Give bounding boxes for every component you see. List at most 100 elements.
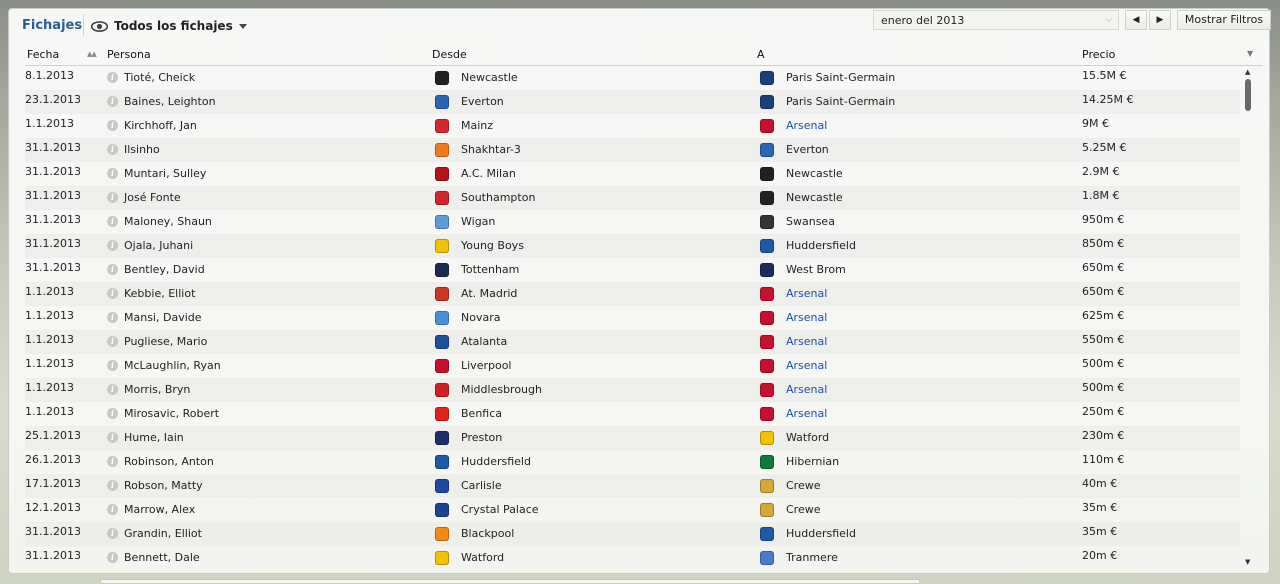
scroll-down-icon[interactable]: ▼ [1245, 558, 1250, 566]
view-dropdown[interactable]: Todos los fichajes [91, 17, 247, 35]
info-icon[interactable]: i [107, 528, 118, 539]
player-name[interactable]: Marrow, Alex [124, 498, 195, 522]
table-row[interactable]: 1.1.2013 i Pugliese, Mario Atalanta Arsenal 5… [25, 330, 1240, 354]
from-club-name[interactable]: Middlesbrough [461, 378, 542, 402]
from-club-name[interactable]: Crystal Palace [461, 498, 539, 522]
to-club-name[interactable]: Arsenal [786, 354, 827, 378]
to-club-name[interactable]: Newcastle [786, 162, 843, 186]
column-header-from[interactable]: Desde [432, 48, 467, 61]
page-title[interactable]: Fichajes [22, 18, 82, 33]
from-club-name[interactable]: Novara [461, 306, 500, 330]
player-name[interactable]: Tioté, Cheick [124, 66, 195, 90]
player-name[interactable]: Kirchhoff, Jan [124, 114, 197, 138]
to-club-name[interactable]: Arsenal [786, 306, 827, 330]
table-row[interactable]: 31.1.2013 i Bentley, David Tottenham West Br… [25, 258, 1240, 282]
table-row[interactable]: 31.1.2013 i José Fonte Southampton Newcastle… [25, 186, 1240, 210]
player-name[interactable]: Mirosavic, Robert [124, 402, 219, 426]
from-club-name[interactable]: Young Boys [461, 234, 524, 258]
table-row[interactable]: 1.1.2013 i Mirosavic, Robert Benfica Arsenal… [25, 402, 1240, 426]
next-month-button[interactable]: ▶ [1149, 10, 1171, 30]
horizontal-scrollbar[interactable] [100, 579, 920, 584]
info-icon[interactable]: i [107, 432, 118, 443]
from-club-name[interactable]: Southampton [461, 186, 535, 210]
column-header-person[interactable]: Persona [107, 48, 151, 61]
info-icon[interactable]: i [107, 384, 118, 395]
from-club-name[interactable]: Shakhtar-3 [461, 138, 521, 162]
to-club-name[interactable]: Arsenal [786, 282, 827, 306]
table-row[interactable]: 31.1.2013 i Ilsinho Shakhtar-3 Everton 5.25M … [25, 138, 1240, 162]
info-icon[interactable]: i [107, 504, 118, 515]
scrollbar-thumb[interactable] [1245, 79, 1251, 111]
player-name[interactable]: José Fonte [124, 186, 181, 210]
info-icon[interactable]: i [107, 96, 118, 107]
from-club-name[interactable]: At. Madrid [461, 282, 517, 306]
column-menu-icon[interactable]: ▼ [1247, 49, 1253, 58]
player-name[interactable]: Ojala, Juhani [124, 234, 193, 258]
from-club-name[interactable]: Mainz [461, 114, 493, 138]
player-name[interactable]: Baines, Leighton [124, 90, 216, 114]
from-club-name[interactable]: Wigan [461, 210, 495, 234]
from-club-name[interactable]: Preston [461, 426, 502, 450]
table-row[interactable]: 1.1.2013 i McLaughlin, Ryan Liverpool Arsena… [25, 354, 1240, 378]
table-row[interactable]: 26.1.2013 i Robinson, Anton Huddersfield Hib… [25, 450, 1240, 474]
table-row[interactable]: 31.1.2013 i Bennett, Dale Watford Tranmere 20… [25, 546, 1240, 570]
info-icon[interactable]: i [107, 120, 118, 131]
table-row[interactable]: 25.1.2013 i Hume, Iain Preston Watford 230m € [25, 426, 1240, 450]
to-club-name[interactable]: Paris Saint-Germain [786, 90, 895, 114]
info-icon[interactable]: i [107, 408, 118, 419]
to-club-name[interactable]: Crewe [786, 474, 821, 498]
from-club-name[interactable]: Everton [461, 90, 504, 114]
player-name[interactable]: Hume, Iain [124, 426, 184, 450]
info-icon[interactable]: i [107, 336, 118, 347]
table-row[interactable]: 12.1.2013 i Marrow, Alex Crystal Palace Crew… [25, 498, 1240, 522]
column-header-to[interactable]: A [757, 48, 765, 61]
info-icon[interactable]: i [107, 552, 118, 563]
player-name[interactable]: Bentley, David [124, 258, 205, 282]
to-club-name[interactable]: Arsenal [786, 378, 827, 402]
table-row[interactable]: 17.1.2013 i Robson, Matty Carlisle Crewe 40m … [25, 474, 1240, 498]
previous-month-button[interactable]: ◀ [1125, 10, 1147, 30]
from-club-name[interactable]: Huddersfield [461, 450, 531, 474]
info-icon[interactable]: i [107, 480, 118, 491]
table-row[interactable]: 8.1.2013 i Tioté, Cheick Newcastle Paris Sai… [25, 66, 1240, 90]
column-header-fee[interactable]: Precio [1082, 48, 1115, 61]
info-icon[interactable]: i [107, 360, 118, 371]
info-icon[interactable]: i [107, 192, 118, 203]
to-club-name[interactable]: Swansea [786, 210, 835, 234]
player-name[interactable]: Robson, Matty [124, 474, 203, 498]
table-row[interactable]: 23.1.2013 i Baines, Leighton Everton Paris S… [25, 90, 1240, 114]
vertical-scrollbar[interactable]: ▲ ▼ [1243, 66, 1255, 571]
player-name[interactable]: Pugliese, Mario [124, 330, 207, 354]
player-name[interactable]: Kebbie, Elliot [124, 282, 195, 306]
from-club-name[interactable]: Liverpool [461, 354, 511, 378]
from-club-name[interactable]: Atalanta [461, 330, 507, 354]
to-club-name[interactable]: Huddersfield [786, 522, 856, 546]
to-club-name[interactable]: Everton [786, 138, 829, 162]
table-row[interactable]: 31.1.2013 i Muntari, Sulley A.C. Milan Newca… [25, 162, 1240, 186]
from-club-name[interactable]: Carlisle [461, 474, 502, 498]
table-row[interactable]: 31.1.2013 i Maloney, Shaun Wigan Swansea 950m… [25, 210, 1240, 234]
info-icon[interactable]: i [107, 456, 118, 467]
date-select[interactable]: enero del 2013 ⌵ [873, 10, 1119, 30]
to-club-name[interactable]: Arsenal [786, 402, 827, 426]
player-name[interactable]: McLaughlin, Ryan [124, 354, 221, 378]
to-club-name[interactable]: Tranmere [786, 546, 838, 570]
info-icon[interactable]: i [107, 312, 118, 323]
column-header-date[interactable]: Fecha [27, 48, 59, 61]
info-icon[interactable]: i [107, 288, 118, 299]
player-name[interactable]: Mansi, Davide [124, 306, 202, 330]
info-icon[interactable]: i [107, 72, 118, 83]
player-name[interactable]: Ilsinho [124, 138, 160, 162]
player-name[interactable]: Grandin, Elliot [124, 522, 202, 546]
info-icon[interactable]: i [107, 168, 118, 179]
to-club-name[interactable]: Paris Saint-Germain [786, 66, 895, 90]
player-name[interactable]: Bennett, Dale [124, 546, 200, 570]
from-club-name[interactable]: Blackpool [461, 522, 514, 546]
table-row[interactable]: 31.1.2013 i Grandin, Elliot Blackpool Hudder… [25, 522, 1240, 546]
table-row[interactable]: 31.1.2013 i Ojala, Juhani Young Boys Hudders… [25, 234, 1240, 258]
to-club-name[interactable]: Hibernian [786, 450, 839, 474]
table-row[interactable]: 1.1.2013 i Morris, Bryn Middlesbrough Arsena… [25, 378, 1240, 402]
table-row[interactable]: 1.1.2013 i Kirchhoff, Jan Mainz Arsenal 9M € [25, 114, 1240, 138]
info-icon[interactable]: i [107, 216, 118, 227]
to-club-name[interactable]: Watford [786, 426, 829, 450]
